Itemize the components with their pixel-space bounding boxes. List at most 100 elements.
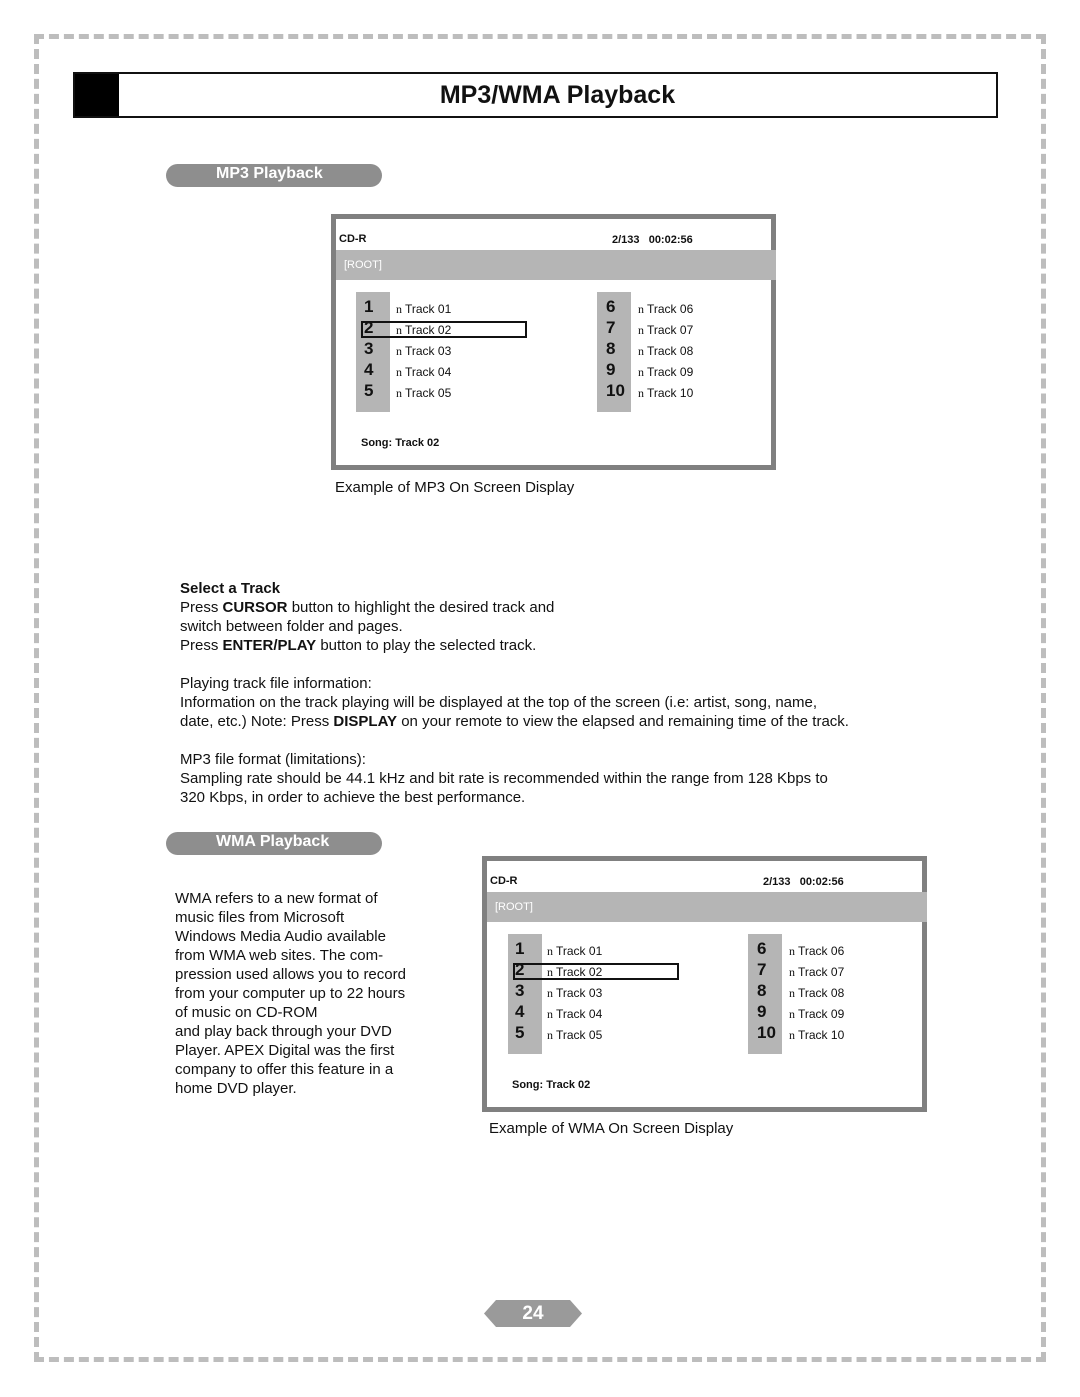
osd-track-label: Track 04	[556, 1007, 603, 1021]
osd-track-label: Track 09	[647, 365, 694, 379]
track-bullet-icon: n	[789, 1007, 795, 1021]
osd-track-item[interactable]: n Track 04	[396, 362, 451, 383]
track-bullet-icon: n	[789, 965, 795, 979]
wma-osd-example: CD-R 2/133 00:02:56 [ROOT] 1 n Track 01 2 n T…	[482, 856, 927, 1112]
page-number: 24	[522, 1303, 544, 1324]
osd-track-number: 9	[606, 360, 616, 379]
osd-track-label: Track 10	[798, 1028, 845, 1042]
osd-now-playing: Song: Track 02	[361, 437, 440, 449]
osd-disc-type: CD-R	[339, 233, 367, 245]
page-number-badge: 24	[484, 1300, 582, 1327]
track-bullet-icon: n	[396, 302, 402, 316]
osd-track-item[interactable]: n Track 08	[789, 983, 844, 1004]
track-bullet-icon: n	[638, 386, 644, 400]
wma-section-heading: WMA Playback	[166, 832, 382, 855]
wma-osd-caption: Example of WMA On Screen Display	[489, 1120, 734, 1137]
osd-track-item[interactable]: n Track 10	[789, 1025, 844, 1046]
osd-track-item[interactable]: n Track 05	[547, 1025, 602, 1046]
osd-track-label: Track 05	[556, 1028, 603, 1042]
osd-track-item[interactable]: n Track 01	[396, 299, 451, 320]
osd-number-column-left	[508, 934, 542, 1054]
track-bullet-icon: n	[638, 365, 644, 379]
osd-track-label: Track 07	[798, 965, 845, 979]
osd-track-label: Track 04	[405, 365, 452, 379]
osd-track-label: Track 03	[556, 986, 603, 1000]
track-bullet-icon: n	[547, 944, 553, 958]
track-bullet-icon: n	[638, 323, 644, 337]
osd-track-number: 3	[364, 339, 374, 358]
osd-track-number: 9	[757, 1002, 767, 1021]
osd-track-label: Track 01	[405, 302, 452, 316]
mp3-osd-example: CD-R 2/133 00:02:56 [ROOT] 1 n Track 01 2 n T…	[331, 214, 776, 470]
osd-track-label: Track 10	[647, 386, 694, 400]
track-bullet-icon: n	[638, 302, 644, 316]
osd-track-number: 5	[364, 381, 374, 400]
osd-track-number: 6	[606, 297, 616, 316]
osd-track-item[interactable]: n Track 10	[638, 383, 693, 404]
osd-track-number: 5	[515, 1023, 525, 1042]
osd-track-number: 7	[757, 960, 767, 979]
track-bullet-icon: n	[396, 365, 402, 379]
osd-selection-cursor	[361, 321, 527, 338]
mp3-osd-caption: Example of MP3 On Screen Display	[335, 479, 575, 496]
track-bullet-icon: n	[789, 944, 795, 958]
osd-track-label: Track 05	[405, 386, 452, 400]
track-bullet-icon: n	[547, 1007, 553, 1021]
osd-track-label: Track 08	[647, 344, 694, 358]
mp3-section-heading: MP3 Playback	[166, 164, 382, 187]
track-bullet-icon: n	[547, 986, 553, 1000]
page-title: MP3/WMA Playback	[439, 81, 676, 109]
osd-track-item[interactable]: n Track 01	[547, 941, 602, 962]
osd-track-label: Track 03	[405, 344, 452, 358]
osd-track-item[interactable]: n Track 07	[789, 962, 844, 983]
osd-track-number: 8	[606, 339, 616, 358]
osd-track-label: Track 01	[556, 944, 603, 958]
osd-track-number: 6	[757, 939, 767, 958]
page-title-bar: MP3/WMA Playback	[73, 72, 998, 118]
osd-track-item[interactable]: n Track 06	[638, 299, 693, 320]
osd-track-item[interactable]: n Track 05	[396, 383, 451, 404]
osd-track-label: Track 08	[798, 986, 845, 1000]
osd-now-playing: Song: Track 02	[512, 1079, 591, 1091]
osd-track-number: 7	[606, 318, 616, 337]
osd-folder-bar: [ROOT]	[336, 250, 776, 280]
osd-track-number: 1	[364, 297, 374, 316]
osd-track-label: Track 06	[798, 944, 845, 958]
select-track-instructions: Select a Track Press CURSOR button to hi…	[180, 579, 940, 807]
track-bullet-icon: n	[396, 386, 402, 400]
osd-counter: 2/133 00:02:56	[763, 876, 844, 888]
osd-disc-type: CD-R	[490, 875, 518, 887]
osd-track-number: 10	[606, 381, 625, 400]
osd-header: CD-R 2/133 00:02:56	[487, 875, 922, 891]
osd-counter: 2/133 00:02:56	[612, 234, 693, 246]
osd-track-item[interactable]: n Track 04	[547, 1004, 602, 1025]
track-bullet-icon: n	[396, 344, 402, 358]
osd-header: CD-R 2/133 00:02:56	[336, 233, 771, 249]
osd-folder-bar: [ROOT]	[487, 892, 927, 922]
osd-track-item[interactable]: n Track 09	[638, 362, 693, 383]
osd-track-item[interactable]: n Track 03	[396, 341, 451, 362]
track-info-heading: Playing track file information:	[180, 675, 372, 692]
osd-track-item[interactable]: n Track 03	[547, 983, 602, 1004]
osd-track-label: Track 07	[647, 323, 694, 337]
osd-track-number: 8	[757, 981, 767, 1000]
track-bullet-icon: n	[638, 344, 644, 358]
osd-track-item[interactable]: n Track 09	[789, 1004, 844, 1025]
osd-track-number: 3	[515, 981, 525, 1000]
osd-track-item[interactable]: n Track 06	[789, 941, 844, 962]
osd-track-item[interactable]: n Track 08	[638, 341, 693, 362]
osd-track-number: 1	[515, 939, 525, 958]
select-track-heading: Select a Track	[180, 580, 281, 597]
osd-track-item[interactable]: n Track 07	[638, 320, 693, 341]
osd-track-number: 10	[757, 1023, 776, 1042]
osd-track-label: Track 06	[647, 302, 694, 316]
track-bullet-icon: n	[547, 1028, 553, 1042]
track-bullet-icon: n	[789, 986, 795, 1000]
osd-track-label: Track 09	[798, 1007, 845, 1021]
format-limitations-heading: MP3 file format (limitations):	[180, 751, 366, 768]
osd-selection-cursor	[513, 963, 679, 980]
title-block-decoration	[75, 74, 119, 116]
osd-track-number: 4	[364, 360, 374, 379]
track-bullet-icon: n	[789, 1028, 795, 1042]
wma-description: WMA refers to a new format of music file…	[175, 890, 406, 1097]
